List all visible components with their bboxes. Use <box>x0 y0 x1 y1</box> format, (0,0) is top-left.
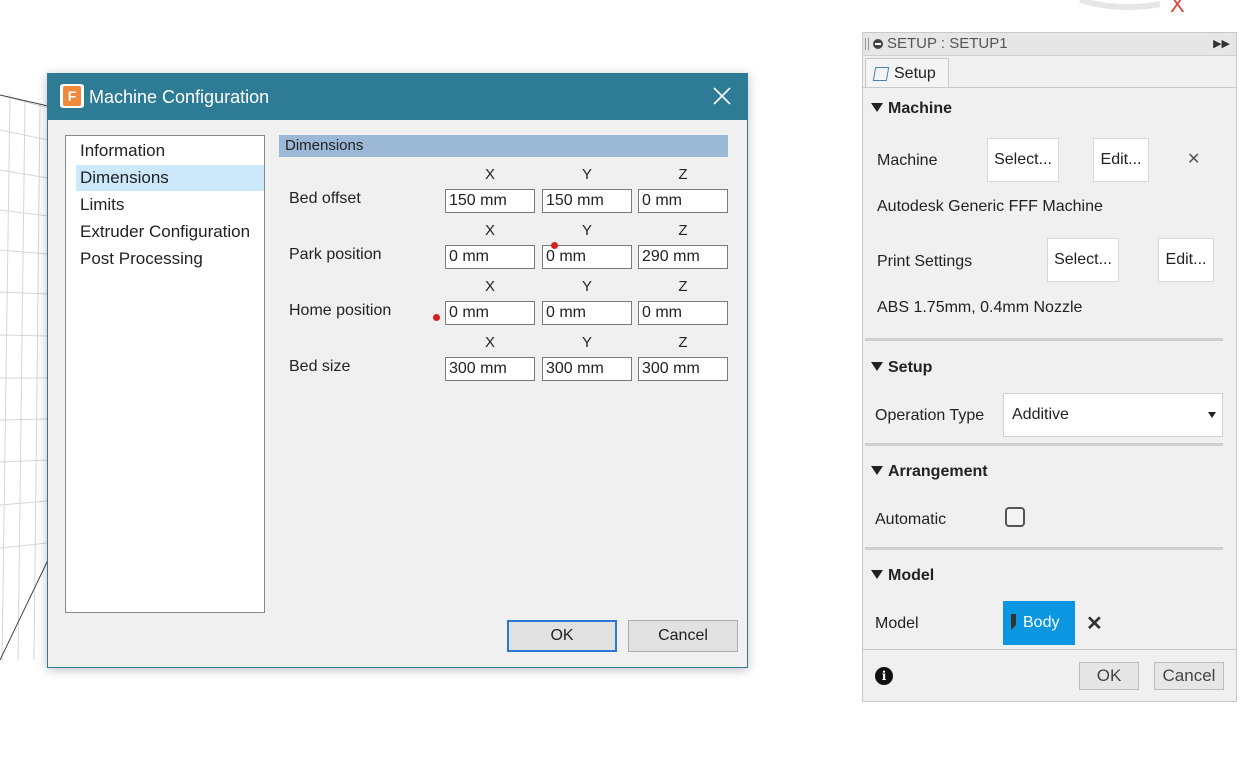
print-settings-name: ABS 1.75mm, 0.4mm Nozzle <box>877 299 1083 316</box>
minimize-icon[interactable] <box>873 39 883 49</box>
model-body-selection[interactable]: Body <box>1003 601 1075 645</box>
click-marker-dot <box>551 242 558 249</box>
machine-select-button[interactable]: Select... <box>987 138 1059 182</box>
collapse-triangle-icon <box>871 362 883 371</box>
section-divider <box>865 443 1223 446</box>
axis-label-z: Z <box>678 222 688 239</box>
axis-x-indicator: X <box>1170 0 1185 17</box>
tab-setup[interactable]: Setup <box>865 58 949 88</box>
setup-tab-icon <box>872 67 890 81</box>
chevron-down-icon <box>1208 412 1216 418</box>
setup-section-toggle[interactable]: Setup <box>871 359 932 377</box>
cursor-icon <box>1011 614 1016 630</box>
collapse-triangle-icon <box>871 103 883 112</box>
park-position-z-input[interactable]: 290 mm <box>638 245 728 269</box>
machine-section-toggle[interactable]: Machine <box>871 100 952 118</box>
collapse-triangle-icon <box>871 570 883 579</box>
axis-label-x: X <box>484 278 495 295</box>
dialog-title: Machine Configuration <box>89 87 270 107</box>
arrangement-section-toggle[interactable]: Arrangement <box>871 463 988 481</box>
axis-label-z: Z <box>678 166 688 183</box>
machine-label: Machine <box>877 152 938 169</box>
info-icon[interactable]: i <box>875 667 893 685</box>
drag-handle-icon[interactable] <box>865 38 869 50</box>
close-icon[interactable] <box>711 85 733 107</box>
park-position-label: Park position <box>289 246 382 263</box>
axis-label-x: X <box>484 334 495 351</box>
model-section-toggle[interactable]: Model <box>871 567 934 585</box>
dialog-title-bar: F Machine Configuration <box>48 74 747 120</box>
axis-label-y: Y <box>581 278 592 295</box>
bed-offset-label: Bed offset <box>289 190 361 207</box>
print-settings-select-button[interactable]: Select... <box>1047 238 1119 282</box>
bed-offset-x-input[interactable]: 150 mm <box>445 189 535 213</box>
setup-panel: SETUP : SETUP1 ▶▶ Setup Machine Machine … <box>862 32 1237 702</box>
print-settings-edit-button[interactable]: Edit... <box>1158 238 1214 282</box>
dimensions-section-header: Dimensions <box>279 135 728 157</box>
panel-header: SETUP : SETUP1 ▶▶ <box>863 33 1236 56</box>
axis-label-x: X <box>484 166 495 183</box>
footer-divider <box>863 649 1236 650</box>
clear-model-icon[interactable]: ✕ <box>1086 611 1103 636</box>
machine-configuration-dialog: F Machine Configuration Information Dime… <box>47 73 748 668</box>
machine-name: Autodesk Generic FFF Machine <box>877 198 1103 215</box>
bed-size-x-input[interactable]: 300 mm <box>445 357 535 381</box>
operation-type-label: Operation Type <box>875 407 985 424</box>
bed-size-z-input[interactable]: 300 mm <box>638 357 728 381</box>
section-divider <box>865 338 1223 341</box>
nav-item-dimensions[interactable]: Dimensions <box>76 165 264 191</box>
bed-offset-y-input[interactable]: 150 mm <box>542 189 632 213</box>
home-position-y-input[interactable]: 0 mm <box>542 301 632 325</box>
fusion-app-icon: F <box>60 84 84 108</box>
nav-item-post-processing[interactable]: Post Processing <box>76 246 264 272</box>
model-label: Model <box>875 615 919 632</box>
nav-item-information[interactable]: Information <box>76 138 264 164</box>
tab-setup-label: Setup <box>894 65 936 82</box>
operation-type-select[interactable]: Additive <box>1003 393 1223 437</box>
dialog-ok-button[interactable]: OK <box>507 620 617 652</box>
nav-item-extruder-configuration[interactable]: Extruder Configuration <box>76 219 264 245</box>
axis-label-x: X <box>484 222 495 239</box>
home-position-label: Home position <box>289 302 392 319</box>
tab-divider <box>863 87 1236 88</box>
home-position-z-input[interactable]: 0 mm <box>638 301 728 325</box>
section-divider <box>865 547 1223 550</box>
panel-title: SETUP : SETUP1 <box>887 35 1008 52</box>
axis-label-y: Y <box>581 166 592 183</box>
home-position-x-input[interactable]: 0 mm <box>445 301 535 325</box>
expand-arrows-icon[interactable]: ▶▶ <box>1213 33 1230 55</box>
bed-size-label: Bed size <box>289 358 351 375</box>
axis-label-z: Z <box>678 278 688 295</box>
bed-size-y-input[interactable]: 300 mm <box>542 357 632 381</box>
print-settings-label: Print Settings <box>877 253 973 270</box>
machine-edit-button[interactable]: Edit... <box>1093 138 1149 182</box>
config-nav-list: Information Dimensions Limits Extruder C… <box>65 135 265 613</box>
bed-offset-z-input[interactable]: 0 mm <box>638 189 728 213</box>
park-position-x-input[interactable]: 0 mm <box>445 245 535 269</box>
axis-label-z: Z <box>678 334 688 351</box>
collapse-triangle-icon <box>871 466 883 475</box>
automatic-label: Automatic <box>875 511 947 528</box>
axis-label-y: Y <box>581 222 592 239</box>
automatic-checkbox[interactable] <box>1005 507 1025 527</box>
axis-label-y: Y <box>581 334 592 351</box>
panel-ok-button[interactable]: OK <box>1079 662 1139 690</box>
dialog-cancel-button[interactable]: Cancel <box>628 620 738 652</box>
clear-machine-icon[interactable]: ✕ <box>1187 149 1200 169</box>
panel-cancel-button[interactable]: Cancel <box>1154 662 1224 690</box>
nav-item-limits[interactable]: Limits <box>76 192 264 218</box>
click-marker-dot <box>433 314 440 321</box>
